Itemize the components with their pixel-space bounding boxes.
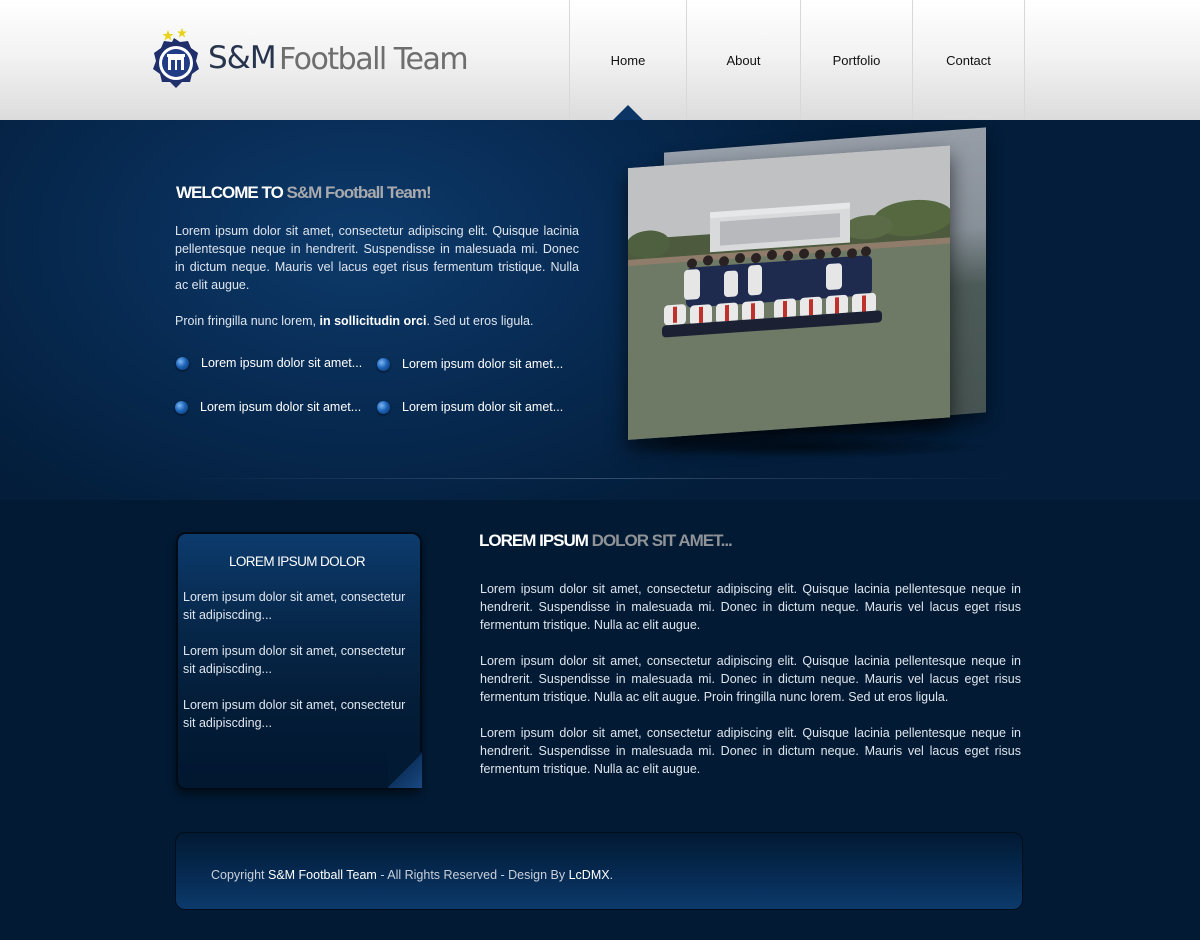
bullet-dot-icon bbox=[175, 400, 188, 414]
hero-link-label: Lorem ipsum dolor sit amet... bbox=[201, 356, 363, 370]
main-nav: Home About Portfolio Contact bbox=[569, 0, 1025, 120]
main-paragraph: Lorem ipsum dolor sit amet, consectetur … bbox=[480, 582, 1021, 632]
logo-name-text: Football Team bbox=[279, 42, 469, 77]
hero-link-3[interactable]: Lorem ipsum dolor sit amet... bbox=[175, 400, 361, 414]
hero-link-2[interactable]: Lorem ipsum dolor sit amet... bbox=[377, 357, 563, 371]
bullet-dot-icon bbox=[377, 357, 390, 371]
active-nav-indicator bbox=[613, 105, 643, 120]
hero-paragraph: Lorem ipsum dolor sit amet, consectetur … bbox=[175, 224, 579, 292]
welcome-title-main: WELCOME TO bbox=[176, 183, 287, 202]
hero-link-1[interactable]: Lorem ipsum dolor sit amet... bbox=[176, 356, 362, 370]
nav-about[interactable]: About bbox=[686, 0, 800, 120]
sidebar-item: Lorem ipsum dolor sit amet, consectetur … bbox=[183, 644, 406, 676]
hero-link-label: Lorem ipsum dolor sit amet... bbox=[200, 400, 362, 414]
hero-paragraph-2-end: . Sed ut eros ligula. bbox=[426, 314, 534, 328]
bullet-dot-icon bbox=[176, 356, 189, 370]
nav-portfolio[interactable]: Portfolio bbox=[800, 0, 912, 120]
copyright-suffix: . bbox=[609, 868, 614, 882]
sidebar-title: LOREM IPSUM DOLOR bbox=[228, 554, 366, 569]
sidebar-item: Lorem ipsum dolor sit amet, consectetur … bbox=[183, 698, 406, 730]
welcome-title: WELCOME TO S&M Football Team! bbox=[176, 183, 432, 203]
main-title: LOREM IPSUM DOLOR SIT AMET... bbox=[479, 531, 733, 551]
hero-paragraph-2-start: Proin fringilla nunc lorem, bbox=[175, 314, 320, 328]
copyright-middle: - All Rights Reserved - Design By bbox=[376, 868, 569, 882]
main-paragraph: Lorem ipsum dolor sit amet, consectetur … bbox=[480, 654, 1021, 704]
nav-contact[interactable]: Contact bbox=[912, 0, 1025, 120]
hero-paragraph-2-bold: in sollicitudin orci bbox=[319, 314, 427, 328]
copyright-text: Copyright S&M Football Team - All Rights… bbox=[211, 868, 613, 882]
team-crest-icon bbox=[153, 28, 199, 88]
main-paragraph: Lorem ipsum dolor sit amet, consectetur … bbox=[480, 726, 1021, 776]
designer-link[interactable]: LcDMX bbox=[569, 868, 610, 882]
copyright-prefix: Copyright bbox=[211, 868, 268, 882]
copyright-brand-link[interactable]: S&M Football Team bbox=[268, 868, 377, 882]
nav-home[interactable]: Home bbox=[569, 0, 686, 120]
hero-paragraph-2: Proin fringilla nunc lorem, in sollicitu… bbox=[175, 312, 579, 330]
hero-link-label: Lorem ipsum dolor sit amet... bbox=[402, 400, 564, 414]
hero-divider bbox=[180, 478, 1020, 479]
hero-link-label: Lorem ipsum dolor sit amet... bbox=[402, 357, 564, 371]
page-curl-corner bbox=[388, 752, 422, 788]
photo-shadow bbox=[620, 436, 990, 458]
team-photo[interactable] bbox=[628, 145, 950, 440]
hero-link-4[interactable]: Lorem ipsum dolor sit amet... bbox=[377, 400, 563, 414]
main-title-highlight: DOLOR SIT AMET... bbox=[591, 531, 733, 550]
hero-section bbox=[0, 120, 1200, 500]
main-title-main: LOREM IPSUM bbox=[479, 531, 592, 550]
logo-brand-text: S&M bbox=[208, 40, 277, 76]
sidebar-item: Lorem ipsum dolor sit amet, consectetur … bbox=[183, 590, 406, 622]
site-logo[interactable]: S&M Football Team bbox=[146, 26, 476, 92]
welcome-title-highlight: S&M Football Team! bbox=[286, 183, 432, 202]
bullet-dot-icon bbox=[377, 400, 390, 414]
